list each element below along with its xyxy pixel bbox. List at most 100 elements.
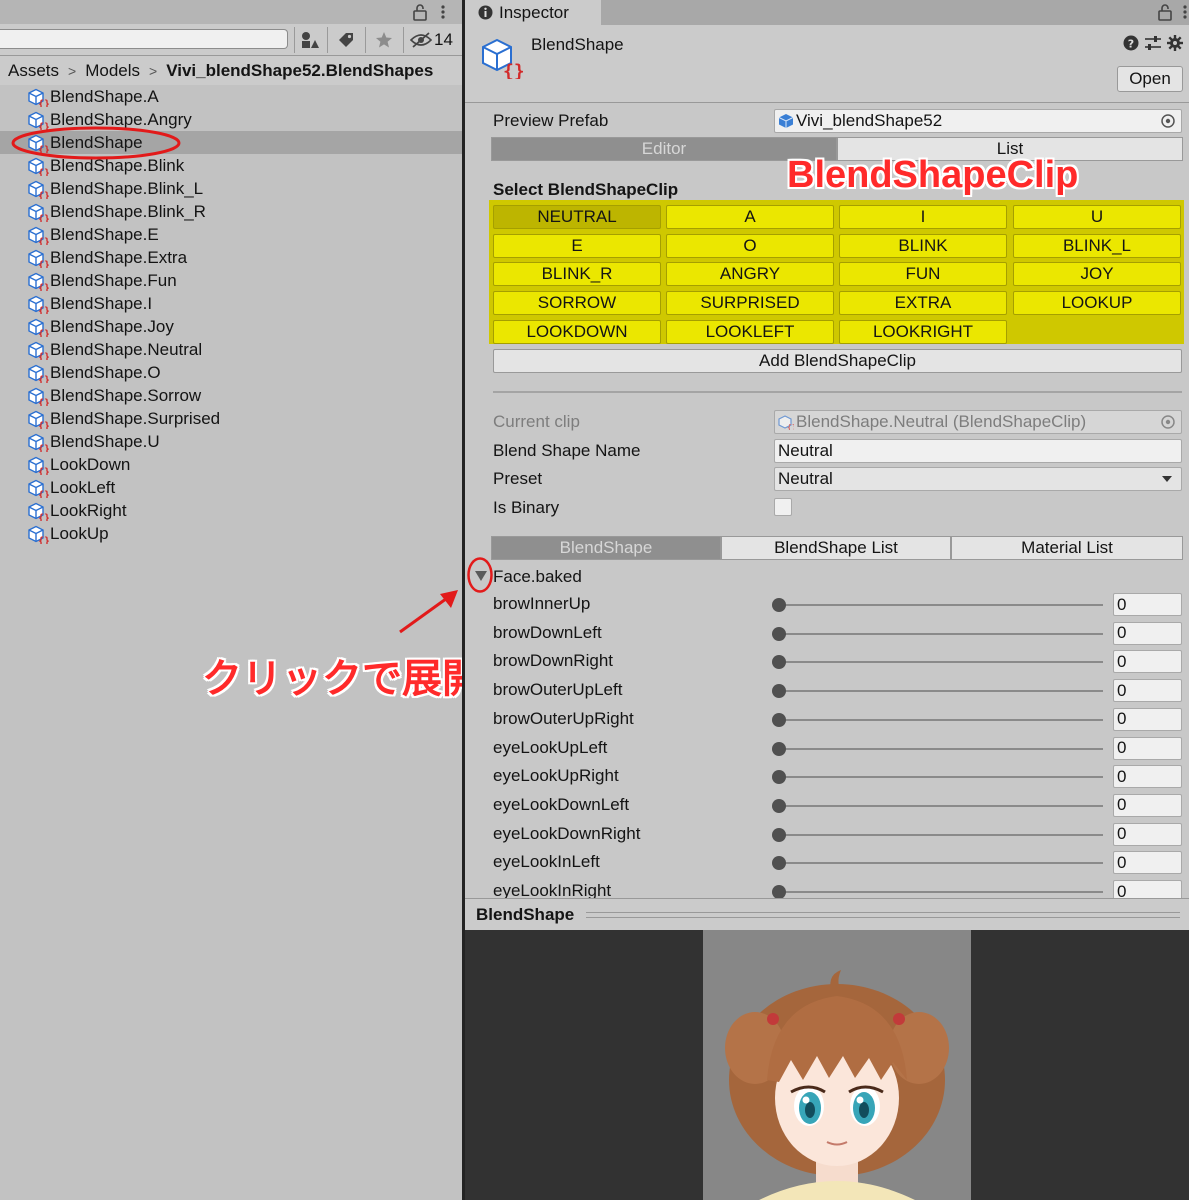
clip-button[interactable]: SURPRISED <box>666 291 834 316</box>
slider-value-input[interactable]: 0 <box>1113 880 1182 898</box>
slider-track[interactable] <box>778 833 1103 836</box>
slider-value-input[interactable]: 0 <box>1113 621 1182 645</box>
slider-track[interactable] <box>778 718 1103 721</box>
slider-handle[interactable] <box>772 827 786 842</box>
model-preview[interactable] <box>465 930 1189 1200</box>
list-item[interactable]: {} BlendShape.Fun <box>0 269 462 292</box>
clip-button[interactable]: E <box>493 233 661 258</box>
label-icon[interactable] <box>333 28 359 52</box>
clip-button[interactable]: BLINK <box>839 233 1007 258</box>
slider-value-input[interactable]: 0 <box>1113 679 1182 703</box>
slider-handle[interactable] <box>772 798 786 813</box>
list-item[interactable]: {} BlendShape.Extra <box>0 246 462 269</box>
tab-inspector[interactable]: Inspector <box>465 0 601 25</box>
slider-handle[interactable] <box>772 770 786 785</box>
list-item[interactable]: {} LookRight <box>0 499 462 522</box>
slider-value-input[interactable]: 0 <box>1113 793 1182 817</box>
slider-value-input[interactable]: 0 <box>1113 593 1182 616</box>
slider-track[interactable] <box>778 747 1103 750</box>
slider-value-input[interactable]: 0 <box>1113 650 1182 674</box>
breadcrumb-models[interactable]: Models <box>85 61 140 81</box>
tab-inspector-label: Inspector <box>499 2 569 22</box>
clip-button[interactable]: LOOKDOWN <box>493 319 661 344</box>
slider-track[interactable] <box>778 804 1103 807</box>
clip-button[interactable]: LOOKLEFT <box>666 319 834 344</box>
settings-sliders-icon[interactable] <box>1144 35 1162 51</box>
lock-icon[interactable] <box>412 3 428 21</box>
current-clip-value: BlendShape.Neutral (BlendShapeClip) <box>796 412 1087 431</box>
help-icon[interactable]: ? <box>1123 35 1139 51</box>
is-binary-checkbox[interactable] <box>774 498 792 516</box>
tab-blendshape-list[interactable]: BlendShape List <box>721 536 951 560</box>
slider-track[interactable] <box>778 604 1103 606</box>
search-input[interactable] <box>0 29 288 49</box>
list-item[interactable]: {} BlendShape.Blink_R <box>0 200 462 223</box>
breadcrumb-current[interactable]: Vivi_blendShape52.BlendShapes <box>166 61 433 81</box>
list-item[interactable]: {} BlendShape.U <box>0 430 462 453</box>
slider-handle[interactable] <box>772 684 786 699</box>
list-item[interactable]: {} BlendShape.Blink_L <box>0 177 462 200</box>
preview-prefab-field[interactable]: Vivi_blendShape52 <box>774 109 1182 133</box>
list-item[interactable]: {} BlendShape.A <box>0 85 462 108</box>
favorite-star-icon[interactable] <box>371 28 397 52</box>
list-item[interactable]: {} LookDown <box>0 453 462 476</box>
slider-handle[interactable] <box>772 655 786 670</box>
slider-track[interactable] <box>778 776 1103 779</box>
clip-button[interactable]: ANGRY <box>666 262 834 287</box>
slider-track[interactable] <box>778 690 1103 693</box>
list-item[interactable]: {} BlendShape.E <box>0 223 462 246</box>
slider-value-input[interactable]: 0 <box>1113 851 1182 875</box>
clip-button[interactable]: FUN <box>839 262 1007 287</box>
list-item[interactable]: {} BlendShape.Joy <box>0 315 462 338</box>
menu-icon[interactable] <box>1181 3 1189 21</box>
breadcrumb-assets[interactable]: Assets <box>8 61 59 81</box>
lock-icon[interactable] <box>1157 3 1173 21</box>
list-item[interactable]: {} BlendShape.O <box>0 361 462 384</box>
slider-value-input[interactable]: 0 <box>1113 707 1182 731</box>
object-picker-icon[interactable] <box>1160 113 1176 129</box>
clip-button[interactable]: EXTRA <box>839 291 1007 316</box>
slider-handle[interactable] <box>772 598 786 612</box>
gear-icon[interactable] <box>1167 35 1183 51</box>
slider-track[interactable] <box>778 661 1103 664</box>
clip-button[interactable]: BLINK_L <box>1013 233 1181 258</box>
clip-button[interactable]: U <box>1013 205 1181 229</box>
slider-value-input[interactable]: 0 <box>1113 822 1182 846</box>
scene-filter-icon[interactable] <box>297 28 323 52</box>
slider-handle[interactable] <box>772 856 786 871</box>
list-item[interactable]: {} BlendShape.Neutral <box>0 338 462 361</box>
slider-handle[interactable] <box>772 741 786 756</box>
preview-drag-handle[interactable] <box>586 912 1180 918</box>
clip-button[interactable]: SORROW <box>493 291 661 316</box>
preset-dropdown[interactable]: Neutral <box>774 467 1182 491</box>
clip-button[interactable]: JOY <box>1013 262 1181 287</box>
slider-track[interactable] <box>778 632 1103 635</box>
list-item[interactable]: {} BlendShape.Sorrow <box>0 384 462 407</box>
slider-handle[interactable] <box>772 712 786 727</box>
slider-value-input[interactable]: 0 <box>1113 736 1182 760</box>
blend-shape-name-input[interactable]: Neutral <box>774 439 1182 463</box>
open-button[interactable]: Open <box>1117 66 1183 92</box>
clip-button[interactable]: I <box>839 205 1007 229</box>
clip-button[interactable]: BLINK_R <box>493 262 661 287</box>
clip-button[interactable]: A <box>666 205 834 229</box>
slider-handle[interactable] <box>772 885 786 898</box>
menu-icon[interactable] <box>439 3 447 21</box>
slider-track[interactable] <box>778 862 1103 865</box>
list-item[interactable]: {} LookUp <box>0 522 462 545</box>
add-blendshapeclip-button[interactable]: Add BlendShapeClip <box>493 349 1182 373</box>
clip-button[interactable]: LOOKRIGHT <box>839 319 1007 344</box>
list-item[interactable]: {} LookLeft <box>0 476 462 499</box>
hidden-packages-toggle[interactable]: 14 <box>410 28 453 52</box>
tab-material-list[interactable]: Material List <box>951 536 1183 560</box>
tab-blendshape[interactable]: BlendShape <box>491 536 721 560</box>
list-item[interactable]: {} BlendShape.I <box>0 292 462 315</box>
clip-button[interactable]: LOOKUP <box>1013 291 1181 316</box>
slider-value-input[interactable]: 0 <box>1113 765 1182 789</box>
tab-editor[interactable]: Editor <box>491 137 837 161</box>
clip-button[interactable]: NEUTRAL <box>493 205 661 229</box>
clip-button[interactable]: O <box>666 233 834 258</box>
list-item[interactable]: {} BlendShape.Surprised <box>0 407 462 430</box>
slider-handle[interactable] <box>772 626 786 641</box>
slider-track[interactable] <box>778 891 1103 893</box>
